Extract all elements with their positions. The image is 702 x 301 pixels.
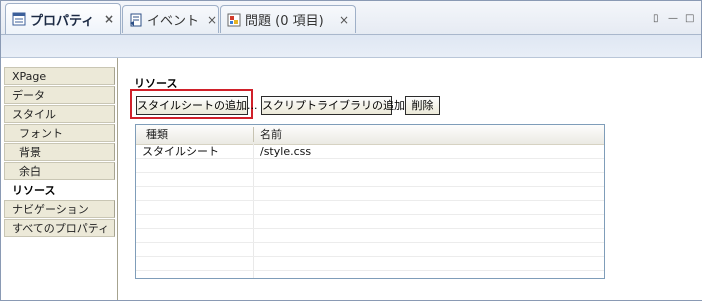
sidebar-item-style[interactable]: スタイル <box>4 105 115 123</box>
sidebar-item-background[interactable]: 背景 <box>4 143 115 161</box>
sidebar-item-margin[interactable]: 余白 <box>4 162 115 180</box>
tab-label: 問題 (0 項目) <box>245 14 324 29</box>
close-icon[interactable]: × <box>96 12 114 26</box>
close-icon[interactable]: × <box>199 13 217 27</box>
table-row[interactable]: スタイルシート /style.css <box>136 145 604 159</box>
add-script-library-button[interactable]: スクリプトライブラリの追加... <box>261 96 416 115</box>
tab-label: イベント <box>147 14 200 29</box>
table-row-empty <box>136 243 604 257</box>
table-row-empty <box>136 187 604 201</box>
title-band <box>1 35 701 58</box>
maximize-icon[interactable]: □ <box>685 13 694 24</box>
table-header: 種類 名前 <box>136 125 604 145</box>
table-row-empty <box>136 229 604 243</box>
tab-label: プロパティ <box>30 13 95 29</box>
sidebar-item-xpage[interactable]: XPage <box>4 67 115 85</box>
sidebar-item-font[interactable]: フォント <box>4 124 115 142</box>
table-row-empty <box>136 215 604 229</box>
tab-events[interactable]: イベント × <box>122 5 219 33</box>
problems-icon <box>227 13 241 26</box>
cell-name: /style.css <box>260 145 312 158</box>
tab-properties[interactable]: プロパティ × <box>5 3 121 34</box>
minimize-icon[interactable]: — <box>668 13 678 24</box>
table-row-empty <box>136 173 604 187</box>
table-row-empty <box>136 159 604 173</box>
events-icon <box>130 13 142 26</box>
tab-problems[interactable]: 問題 (0 項目) × <box>220 5 356 33</box>
resources-panel: リソース スタイルシートの追加... スクリプトライブラリの追加... 削除 種… <box>117 58 702 300</box>
properties-view: プロパティ × イベント × 問題 (0 項目) × ▯ — □ XPage デ… <box>0 0 702 301</box>
tab-strip: プロパティ × イベント × 問題 (0 項目) × ▯ — □ <box>1 1 701 35</box>
delete-button[interactable]: 削除 <box>405 96 440 115</box>
column-divider[interactable] <box>253 127 254 142</box>
resources-table: 種類 名前 スタイルシート /style.css <box>135 124 605 279</box>
sidebar: XPage データ スタイル フォント 背景 余白 リソース ナビゲーション す… <box>4 67 116 297</box>
table-row-empty <box>136 257 604 271</box>
sidebar-item-all-properties[interactable]: すべてのプロパティ <box>4 219 115 237</box>
column-header-name[interactable]: 名前 <box>260 125 282 144</box>
column-header-type[interactable]: 種類 <box>146 125 168 144</box>
sidebar-item-navigation[interactable]: ナビゲーション <box>4 200 115 218</box>
properties-icon <box>12 12 26 26</box>
view-menu-icon[interactable]: ▯ <box>653 13 659 24</box>
sidebar-item-data[interactable]: データ <box>4 86 115 104</box>
cell-type: スタイルシート <box>142 145 219 158</box>
sidebar-item-resources[interactable]: リソース <box>4 181 115 199</box>
close-icon[interactable]: × <box>331 13 349 27</box>
add-stylesheet-button[interactable]: スタイルシートの追加... <box>136 96 258 115</box>
table-row-empty <box>136 201 604 215</box>
